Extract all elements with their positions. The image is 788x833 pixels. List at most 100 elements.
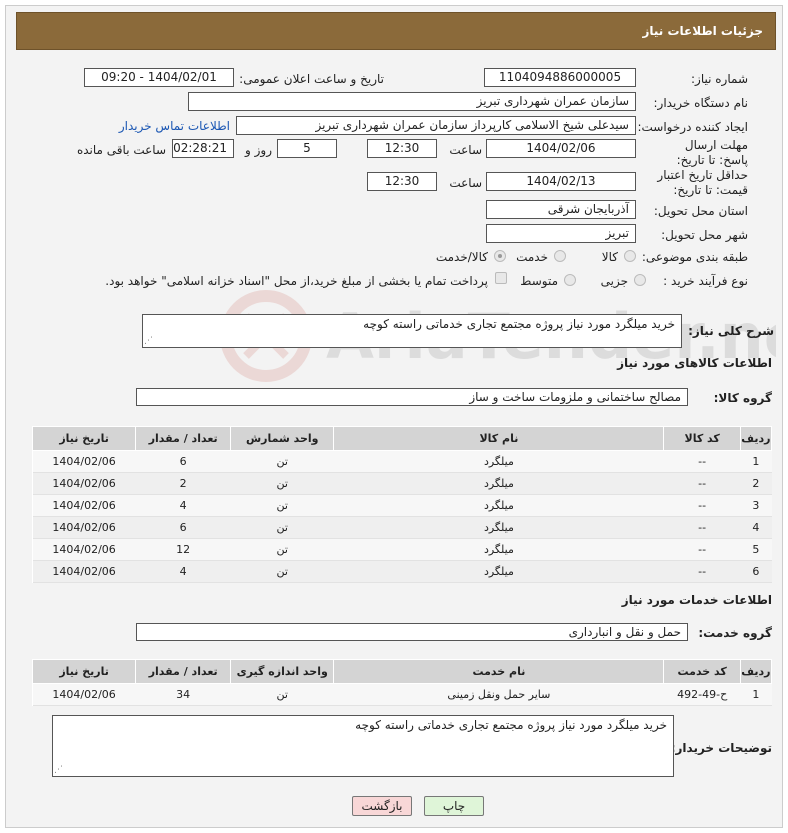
- goods-table-cell: 1404/02/06: [32, 538, 136, 561]
- goods-table-cell: تن: [230, 516, 334, 539]
- process-medium-radio[interactable]: [564, 274, 576, 286]
- goods-table-cell: --: [663, 494, 741, 517]
- goods-table: ردیف کد کالا نام کالا واحد شمارش تعداد / مقد…: [31, 426, 773, 583]
- remaining-time-label: ساعت باقی مانده: [76, 143, 166, 157]
- services-column-header: نام خدمت: [333, 659, 665, 684]
- reply-time-field: 12:30: [367, 139, 437, 158]
- goods-table-cell: 12: [135, 538, 231, 561]
- goods-table-cell: 3: [740, 494, 772, 517]
- days-left-field: 5: [277, 139, 337, 158]
- goods-table-row: 6 -- میلگرد تن 4 1404/02/06: [32, 560, 772, 583]
- goods-table-cell: 6: [135, 516, 231, 539]
- goods-table-row: 2 -- میلگرد تن 2 1404/02/06: [32, 472, 772, 495]
- goods-table-cell: --: [663, 560, 741, 583]
- announce-date-field: 1404/02/01 - 09:20: [84, 68, 234, 87]
- goods-table-cell: 2: [740, 472, 772, 495]
- services-section-title: اطلاعات خدمات مورد نیاز: [621, 593, 772, 607]
- goods-table-cell: 1404/02/06: [32, 516, 136, 539]
- price-time-label: ساعت: [449, 176, 482, 190]
- process-partial-label: جزیی: [600, 274, 628, 288]
- process-type-label: نوع فرآیند خرید :: [663, 274, 748, 288]
- goods-table-cell: 1404/02/06: [32, 560, 136, 583]
- goods-table-row: 3 -- میلگرد تن 4 1404/02/06: [32, 494, 772, 517]
- need-number-field: 1104094886000005: [484, 68, 636, 87]
- back-button[interactable]: بازگشت: [352, 796, 412, 816]
- goods-table-cell: 2: [135, 472, 231, 495]
- process-medium-label: متوسط: [520, 274, 558, 288]
- goods-table-cell: 4: [135, 560, 231, 583]
- services-column-header: تعداد / مقدار: [135, 659, 232, 684]
- reply-deadline-label: مهلت ارسال پاسخ: تا تاریخ:: [676, 138, 748, 167]
- goods-column-header: تعداد / مقدار: [135, 426, 232, 451]
- buyer-org-label: نام دستگاه خریدار:: [653, 96, 749, 110]
- services-table-cell: 1: [740, 683, 772, 706]
- service-group-field: حمل و نقل و انبارداری: [136, 623, 688, 641]
- services-table-cell: ح-49-492: [663, 683, 741, 706]
- goods-table-cell: 6: [135, 450, 231, 473]
- services-column-header: ردیف: [739, 659, 773, 684]
- buyer-notes-text: خرید میلگرد مورد نیاز پروژه مجتمع تجاری …: [355, 718, 667, 732]
- category-service-radio[interactable]: [554, 250, 566, 262]
- city-label: شهر محل تحویل:: [661, 228, 748, 242]
- price-time-field: 12:30: [367, 172, 437, 191]
- panel-header: جزئیات اطلاعات نیاز: [16, 12, 776, 50]
- summary-text: خرید میلگرد مورد نیاز پروژه مجتمع تجاری …: [363, 317, 675, 331]
- goods-table-cell: 1: [740, 450, 772, 473]
- province-label: استان محل تحویل:: [653, 204, 748, 218]
- services-table-cell: 1404/02/06: [32, 683, 136, 706]
- goods-table-cell: میلگرد: [333, 494, 664, 517]
- goods-group-field: مصالح ساختمانی و ملزومات ساخت و ساز: [136, 388, 688, 406]
- category-goods-service-radio[interactable]: [494, 250, 506, 262]
- goods-table-cell: 1404/02/06: [32, 450, 136, 473]
- goods-table-cell: 4: [740, 516, 772, 539]
- city-field: تبریز: [486, 224, 636, 243]
- goods-section-title: اطلاعات کالاهای مورد نیاز: [617, 356, 772, 370]
- goods-column-header: تاریخ نیاز: [31, 426, 137, 451]
- goods-table-cell: تن: [230, 538, 334, 561]
- resize-grip-icon[interactable]: ⋱: [54, 766, 63, 775]
- goods-table-cell: میلگرد: [333, 538, 664, 561]
- services-table-cell: 34: [135, 683, 231, 706]
- goods-table-cell: میلگرد: [333, 472, 664, 495]
- goods-table-row: 5 -- میلگرد تن 12 1404/02/06: [32, 538, 772, 561]
- reply-time-label: ساعت: [449, 143, 482, 157]
- price-date-field: 1404/02/13: [486, 172, 636, 191]
- goods-column-header: واحد شمارش: [230, 426, 335, 451]
- print-button[interactable]: چاپ: [424, 796, 484, 816]
- reply-date-field: 1404/02/06: [486, 139, 636, 158]
- goods-table-cell: --: [663, 472, 741, 495]
- goods-table-cell: تن: [230, 472, 334, 495]
- category-goods-label: کالا: [601, 250, 618, 264]
- process-partial-radio[interactable]: [634, 274, 646, 286]
- services-table: ردیف کد خدمت نام خدمت واحد اندازه گیری تعداد…: [31, 659, 773, 706]
- need-details-panel: جزئیات اطلاعات نیاز AriaTender.net شماره…: [5, 5, 783, 828]
- buyer-notes-label: توضیحات خریدار:: [670, 741, 772, 755]
- goods-column-header: کد کالا: [663, 426, 741, 451]
- goods-table-cell: تن: [230, 560, 334, 583]
- goods-table-cell: --: [663, 516, 741, 539]
- goods-table-cell: 1404/02/06: [32, 472, 136, 495]
- category-goods-radio[interactable]: [624, 250, 636, 262]
- days-label: روز و: [245, 143, 272, 157]
- buyer-org-field: سازمان عمران شهرداری تبریز: [188, 92, 636, 111]
- summary-label: شرح کلی نیاز:: [688, 324, 774, 338]
- service-group-label: گروه خدمت:: [698, 626, 772, 640]
- goods-table-cell: --: [663, 538, 741, 561]
- remaining-time-field: 02:28:21: [172, 139, 234, 158]
- goods-table-cell: 5: [740, 538, 772, 561]
- resize-grip-icon[interactable]: ⋱: [144, 337, 153, 346]
- goods-table-cell: تن: [230, 450, 334, 473]
- goods-table-cell: --: [663, 450, 741, 473]
- treasury-payment-checkbox[interactable]: [495, 272, 507, 284]
- goods-table-cell: 1404/02/06: [32, 494, 136, 517]
- buyer-notes-textarea: خرید میلگرد مورد نیاز پروژه مجتمع تجاری …: [52, 715, 674, 777]
- goods-table-cell: میلگرد: [333, 516, 664, 539]
- price-validity-label: حداقل تاریخ اعتبار قیمت: تا تاریخ:: [657, 168, 748, 197]
- buyer-contact-link[interactable]: اطلاعات تماس خریدار: [119, 119, 230, 133]
- announce-date-label: تاریخ و ساعت اعلان عمومی:: [239, 72, 384, 86]
- requester-field: سیدعلی شیخ الاسلامی کارپرداز سازمان عمرا…: [236, 116, 636, 135]
- requester-label: ایجاد کننده درخواست:: [637, 120, 748, 134]
- category-goods-service-label: کالا/خدمت: [435, 250, 488, 264]
- goods-table-cell: تن: [230, 494, 334, 517]
- treasury-payment-note: پرداخت تمام یا بخشی از مبلغ خرید،از محل …: [105, 274, 488, 288]
